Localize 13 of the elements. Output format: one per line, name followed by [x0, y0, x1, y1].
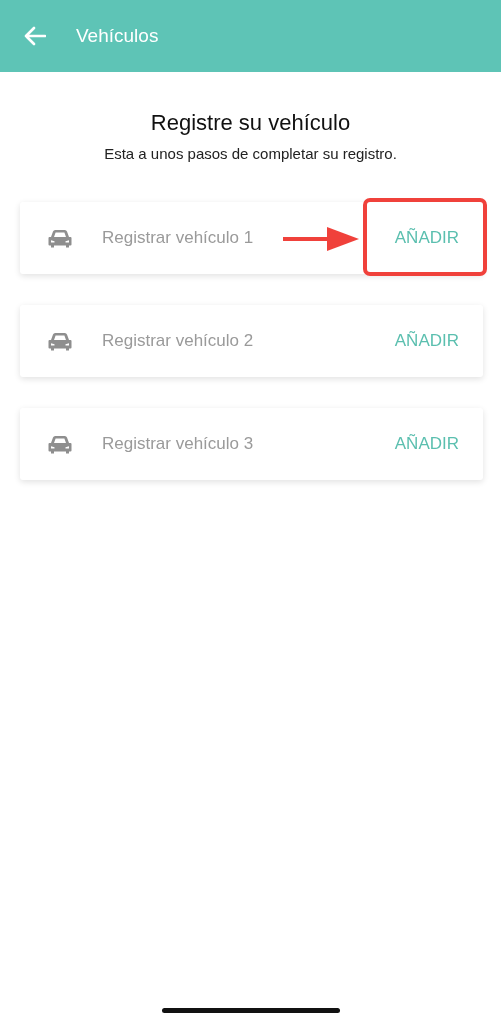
car-icon [48, 228, 72, 248]
add-button[interactable]: AÑADIR [394, 328, 459, 354]
vehicle-label: Registrar vehículo 3 [102, 433, 254, 456]
car-icon [48, 331, 72, 351]
screen-title: Vehículos [76, 23, 159, 48]
page-heading: Registre su vehículo [150, 109, 351, 137]
page-subheading: Esta a unos pasos de completar su registro. [104, 144, 397, 164]
car-icon [48, 434, 72, 454]
add-button[interactable]: AÑADIR [394, 431, 459, 457]
back-arrow-icon[interactable] [24, 26, 46, 46]
add-button[interactable]: AÑADIR [394, 225, 459, 251]
vehicle-label: Registrar vehículo 1 [102, 227, 254, 250]
vehicle-label: Registrar vehículo 2 [102, 330, 254, 353]
